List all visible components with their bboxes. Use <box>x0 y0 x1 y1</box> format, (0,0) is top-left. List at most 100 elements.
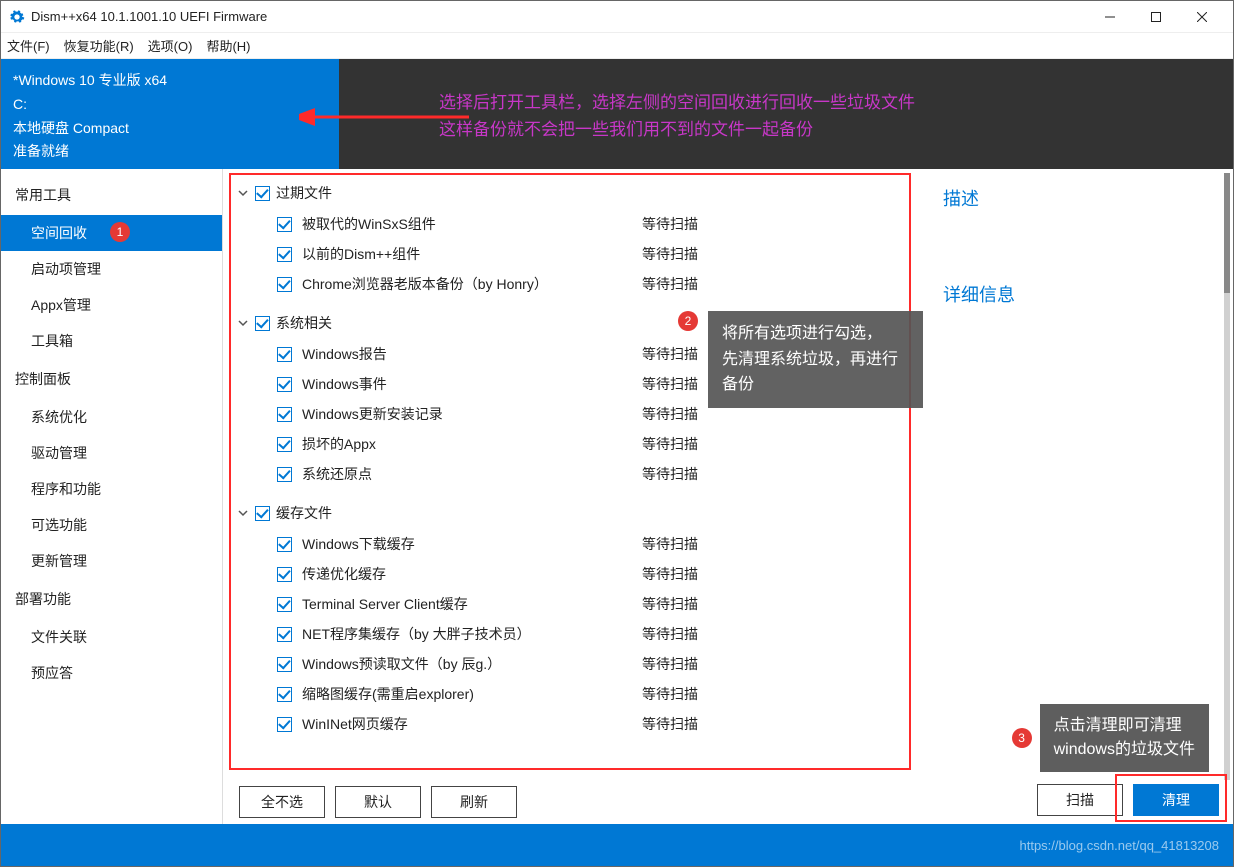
cleanup-item[interactable]: Windows预读取文件（by 辰g.） 等待扫描 <box>237 649 919 679</box>
group-checkbox[interactable] <box>255 186 270 201</box>
item-checkbox[interactable] <box>277 277 292 292</box>
deselect-all-button[interactable]: 全不选 <box>239 786 325 818</box>
app-icon <box>9 9 25 25</box>
item-status: 等待扫描 <box>642 684 698 704</box>
watermark: https://blog.csdn.net/qq_41813208 <box>1020 838 1220 853</box>
item-status: 等待扫描 <box>642 564 698 584</box>
detail-heading: 详细信息 <box>943 281 1213 307</box>
item-checkbox[interactable] <box>277 217 292 232</box>
cleanup-group-header[interactable]: 过期文件 <box>237 177 919 209</box>
cleanup-item[interactable]: WinINet网页缓存等待扫描 <box>237 709 919 739</box>
collapse-icon[interactable] <box>237 187 249 199</box>
item-name: 损坏的Appx <box>302 434 632 454</box>
close-button[interactable] <box>1179 2 1225 32</box>
item-checkbox[interactable] <box>277 407 292 422</box>
item-checkbox[interactable] <box>277 537 292 552</box>
sidebar-item[interactable]: 更新管理 <box>1 543 222 579</box>
item-status: 等待扫描 <box>642 654 698 674</box>
sidebar-item[interactable]: 工具箱 <box>1 323 222 359</box>
cleanup-item[interactable]: 缩略图缓存(需重启explorer) 等待扫描 <box>237 679 919 709</box>
annotation-badge-3: 3 <box>1012 728 1032 748</box>
item-name: Windows下载缓存 <box>302 534 632 554</box>
item-status: 等待扫描 <box>642 624 698 644</box>
item-checkbox[interactable] <box>277 657 292 672</box>
menu-help[interactable]: 帮助(H) <box>206 36 250 55</box>
info-strip: *Windows 10 专业版 x64 C: 本地硬盘 Compact 准备就绪… <box>1 59 1233 169</box>
group-title: 过期文件 <box>276 183 332 203</box>
item-name: NET程序集缓存（by 大胖子技术员） <box>302 624 632 644</box>
menubar: 文件(F) 恢复功能(R) 选项(O) 帮助(H) <box>1 33 1233 59</box>
item-name: Chrome浏览器老版本备份（by Honry） <box>302 274 632 294</box>
cleanup-item[interactable]: NET程序集缓存（by 大胖子技术员） 等待扫描 <box>237 619 919 649</box>
item-checkbox[interactable] <box>277 467 292 482</box>
os-name: *Windows 10 专业版 x64 <box>13 69 327 93</box>
item-checkbox[interactable] <box>277 717 292 732</box>
item-checkbox[interactable] <box>277 687 292 702</box>
item-checkbox[interactable] <box>277 627 292 642</box>
collapse-icon[interactable] <box>237 507 249 519</box>
cleanup-item[interactable]: Terminal Server Client缓存等待扫描 <box>237 589 919 619</box>
statusbar: https://blog.csdn.net/qq_41813208 <box>1 824 1233 866</box>
item-name: Windows更新安装记录 <box>302 404 632 424</box>
annotation-top-text: 选择后打开工具栏，选择左侧的空间回收进行回收一些垃圾文件 这样备份就不会把一些我… <box>439 89 915 143</box>
item-status: 等待扫描 <box>642 244 698 264</box>
item-checkbox[interactable] <box>277 437 292 452</box>
item-name: 系统还原点 <box>302 464 632 484</box>
sidebar-item[interactable]: 空间回收1 <box>1 215 222 251</box>
sidebar-item[interactable]: 可选功能 <box>1 507 222 543</box>
os-info-panel[interactable]: *Windows 10 专业版 x64 C: 本地硬盘 Compact 准备就绪 <box>1 59 339 169</box>
item-name: 缩略图缓存(需重启explorer) <box>302 684 632 704</box>
item-checkbox[interactable] <box>277 597 292 612</box>
sidebar-item[interactable]: 系统优化 <box>1 399 222 435</box>
item-status: 等待扫描 <box>642 274 698 294</box>
item-name: 传递优化缓存 <box>302 564 632 584</box>
item-name: WinINet网页缓存 <box>302 714 632 734</box>
cleanup-item[interactable]: 传递优化缓存等待扫描 <box>237 559 919 589</box>
item-status: 等待扫描 <box>642 534 698 554</box>
item-name: Windows预读取文件（by 辰g.） <box>302 654 632 674</box>
maximize-button[interactable] <box>1133 2 1179 32</box>
scrollbar[interactable] <box>1224 173 1230 780</box>
menu-options[interactable]: 选项(O) <box>148 36 193 55</box>
default-button[interactable]: 默认 <box>335 786 421 818</box>
sidebar-item[interactable]: 文件关联 <box>1 619 222 655</box>
sidebar-item[interactable]: 程序和功能 <box>1 471 222 507</box>
cleanup-item[interactable]: 被取代的WinSxS组件等待扫描 <box>237 209 919 239</box>
cleanup-item[interactable]: 以前的Dism++组件等待扫描 <box>237 239 919 269</box>
item-checkbox[interactable] <box>277 377 292 392</box>
minimize-button[interactable] <box>1087 2 1133 32</box>
sidebar-group: 部署功能 <box>1 579 222 619</box>
group-checkbox[interactable] <box>255 506 270 521</box>
collapse-icon[interactable] <box>237 317 249 329</box>
menu-recover[interactable]: 恢复功能(R) <box>64 36 134 55</box>
item-name: Terminal Server Client缓存 <box>302 594 632 614</box>
sidebar-item[interactable]: 启动项管理 <box>1 251 222 287</box>
item-status: 等待扫描 <box>642 594 698 614</box>
sidebar-item[interactable]: 驱动管理 <box>1 435 222 471</box>
scan-button[interactable]: 扫描 <box>1037 784 1123 816</box>
cleanup-item[interactable]: Chrome浏览器老版本备份（by Honry） 等待扫描 <box>237 269 919 299</box>
cleanup-item[interactable]: Windows下载缓存等待扫描 <box>237 529 919 559</box>
menu-file[interactable]: 文件(F) <box>7 36 50 55</box>
window-title: Dism++x64 10.1.1001.10 UEFI Firmware <box>31 9 1087 24</box>
os-disk: 本地硬盘 Compact <box>13 117 327 141</box>
item-status: 等待扫描 <box>642 434 698 454</box>
cleanup-group-header[interactable]: 缓存文件 <box>237 497 919 529</box>
item-checkbox[interactable] <box>277 247 292 262</box>
item-checkbox[interactable] <box>277 347 292 362</box>
sidebar-item[interactable]: Appx管理 <box>1 287 222 323</box>
item-status: 等待扫描 <box>642 464 698 484</box>
sidebar-item[interactable]: 预应答 <box>1 655 222 691</box>
info-right: 选择后打开工具栏，选择左侧的空间回收进行回收一些垃圾文件 这样备份就不会把一些我… <box>339 59 1233 169</box>
refresh-button[interactable]: 刷新 <box>431 786 517 818</box>
item-checkbox[interactable] <box>277 567 292 582</box>
clean-button[interactable]: 清理 <box>1133 784 1219 816</box>
cleanup-item[interactable]: 系统还原点等待扫描 <box>237 459 919 489</box>
cleanup-list: 2 将所有选项进行勾选， 先清理系统垃圾，再进行备份 过期文件被取代的WinSx… <box>223 169 923 778</box>
cleanup-item[interactable]: 损坏的Appx 等待扫描 <box>237 429 919 459</box>
sidebar-group: 控制面板 <box>1 359 222 399</box>
item-name: Windows报告 <box>302 344 632 364</box>
annotation-2: 2 将所有选项进行勾选， 先清理系统垃圾，再进行备份 <box>678 311 923 408</box>
description-heading: 描述 <box>943 185 1213 211</box>
group-checkbox[interactable] <box>255 316 270 331</box>
